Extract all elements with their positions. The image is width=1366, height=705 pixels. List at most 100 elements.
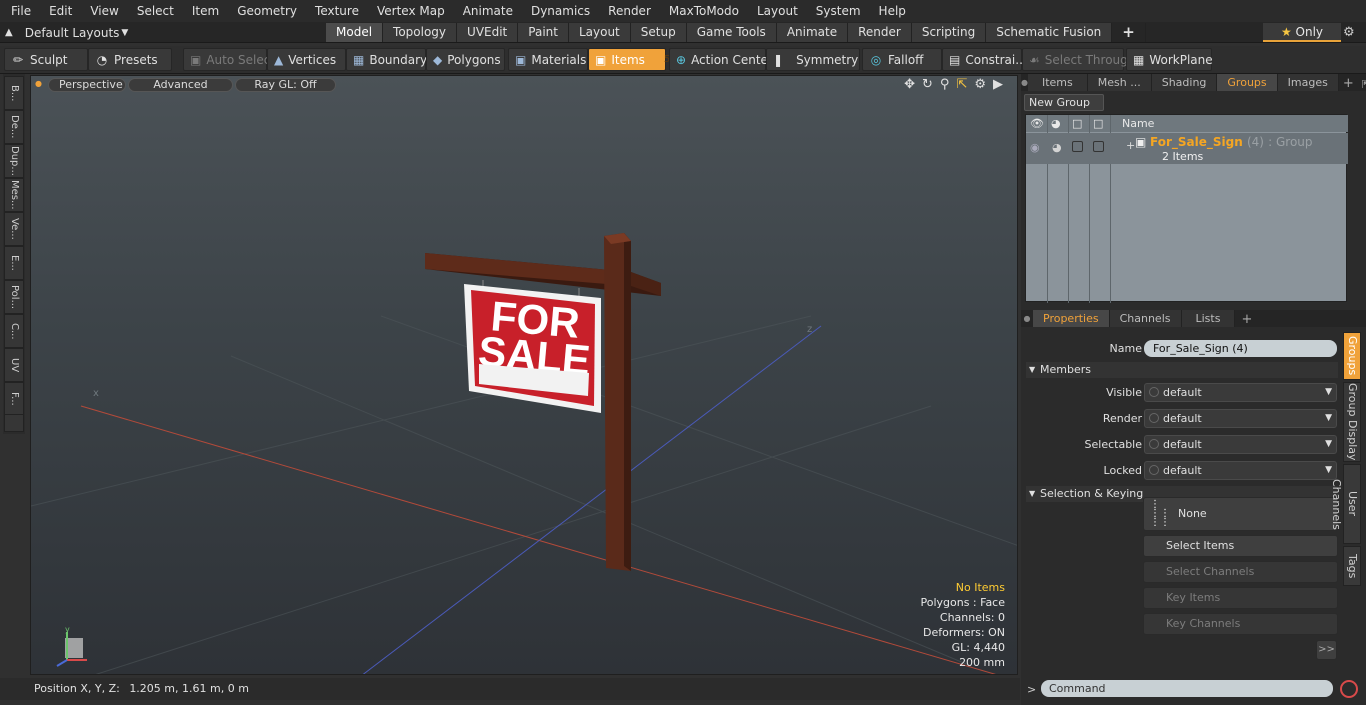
left-tab-deform[interactable]: De...: [4, 110, 24, 144]
menu-render[interactable]: Render: [597, 0, 658, 22]
tab-mesh[interactable]: Mesh ...: [1087, 74, 1152, 91]
raygl-button[interactable]: Ray GL: Off: [235, 78, 336, 92]
left-tab-edge[interactable]: E...: [4, 246, 24, 280]
menu-system[interactable]: System: [805, 0, 868, 22]
menu-item[interactable]: Item: [181, 0, 226, 22]
tab-game-tools[interactable]: Game Tools: [686, 23, 777, 42]
menu-texture[interactable]: Texture: [304, 0, 366, 22]
vertices-button[interactable]: ▲Vertices1: [267, 48, 351, 71]
add-props-tab-icon[interactable]: +: [1235, 312, 1258, 327]
zoom-icon[interactable]: ⚲: [940, 77, 950, 92]
maximize-icon[interactable]: ⇱: [956, 77, 967, 92]
locked-checkbox[interactable]: [1093, 141, 1104, 152]
menu-vertex-map[interactable]: Vertex Map: [366, 0, 452, 22]
move-icon[interactable]: ✥: [904, 77, 915, 92]
command-input[interactable]: Command: [1041, 680, 1333, 697]
select-through-button[interactable]: ☙ Select Through: [1022, 48, 1135, 71]
for-sale-sign-model[interactable]: FOR SALE: [425, 233, 661, 571]
render-icon[interactable]: ◕: [1051, 115, 1061, 132]
boundary-button[interactable]: ▦ Boundary: [346, 48, 427, 71]
action-center-button[interactable]: ⊕ Action Center: [669, 48, 773, 71]
eye-icon[interactable]: ◉: [1030, 141, 1040, 154]
falloff-button[interactable]: ◎ Falloff: [862, 48, 942, 71]
perspective-button[interactable]: Perspective: [48, 78, 126, 92]
menu-animate[interactable]: Animate: [452, 0, 520, 22]
menu-edit[interactable]: Edit: [38, 0, 79, 22]
presets-button[interactable]: ◔ Presets: [88, 48, 172, 71]
expand-arrow-icon[interactable]: ▶: [993, 77, 1003, 92]
select-items-button[interactable]: Select Items: [1143, 535, 1338, 557]
workplane-button[interactable]: ▦ WorkPlane: [1126, 48, 1213, 71]
tab-shading[interactable]: Shading: [1151, 74, 1218, 91]
record-icon[interactable]: [1340, 680, 1358, 698]
advanced-button[interactable]: Advanced: [128, 78, 233, 92]
tab-items[interactable]: Items: [1027, 74, 1088, 91]
menu-select[interactable]: Select: [126, 0, 181, 22]
tab-render[interactable]: Render: [848, 23, 912, 42]
menu-geometry[interactable]: Geometry: [226, 0, 304, 22]
menu-file[interactable]: File: [0, 0, 38, 22]
items-button[interactable]: ▣ Items 5: [588, 48, 670, 71]
left-tab-more[interactable]: [4, 414, 24, 432]
group-row[interactable]: ◉ ◕ + ▣ For_Sale_Sign (4) : Group 2 Item…: [1026, 133, 1348, 164]
symmetry-button[interactable]: ❚ Symmetry: [766, 48, 860, 71]
select-channels-button[interactable]: Select Channels: [1143, 561, 1338, 583]
menu-dynamics[interactable]: Dynamics: [520, 0, 597, 22]
gear-icon[interactable]: ⚙: [1343, 25, 1355, 40]
add-panel-tab-icon[interactable]: +: [1339, 76, 1358, 91]
key-items-button[interactable]: Key Items: [1143, 587, 1338, 609]
locked-dropdown[interactable]: default ▼: [1144, 461, 1337, 480]
left-tab-polygon[interactable]: Pol...: [4, 280, 24, 314]
side-tab-tags[interactable]: Tags: [1343, 546, 1361, 586]
left-tab-mesh[interactable]: Mes...: [4, 178, 24, 212]
only-button[interactable]: ★ Only: [1263, 23, 1341, 42]
props-menu-dot[interactable]: ●: [1021, 310, 1033, 327]
tab-scripting[interactable]: Scripting: [911, 23, 987, 42]
left-tab-basic[interactable]: B...: [4, 76, 24, 110]
tab-topology[interactable]: Topology: [383, 23, 458, 42]
tab-uvedit[interactable]: UVEdit: [457, 23, 519, 42]
add-tab-button[interactable]: +: [1112, 23, 1146, 42]
left-tab-duplicate[interactable]: Dup...: [4, 144, 24, 178]
constraints-button[interactable]: ▤ Constrai...: [942, 48, 1027, 71]
menu-view[interactable]: View: [79, 0, 125, 22]
3d-viewport[interactable]: x z FOR SALE y ● Perspective Advanced Ra…: [30, 75, 1018, 675]
sculpt-button[interactable]: ✏ Sculpt: [4, 48, 88, 71]
left-tab-vertex[interactable]: Ve...: [4, 212, 24, 246]
menu-help[interactable]: Help: [868, 0, 913, 22]
tab-properties[interactable]: Properties: [1033, 310, 1110, 327]
side-tab-groups[interactable]: Groups: [1343, 332, 1361, 380]
tab-lists[interactable]: Lists: [1181, 310, 1236, 327]
side-tab-group-display[interactable]: Group Display: [1343, 382, 1361, 462]
more-button[interactable]: >>: [1316, 640, 1337, 660]
render-toggle-icon[interactable]: ◕: [1052, 141, 1062, 154]
eye-icon[interactable]: 👁: [1030, 115, 1044, 132]
left-tab-uv[interactable]: UV: [4, 348, 24, 382]
tab-layout[interactable]: Layout: [568, 23, 631, 42]
tab-schematic-fusion[interactable]: Schematic Fusion: [986, 23, 1113, 42]
selectable-checkbox[interactable]: [1072, 141, 1083, 152]
new-group-button[interactable]: New Group: [1024, 94, 1104, 111]
auto-select-button[interactable]: ▣ Auto Select: [183, 48, 275, 71]
left-tab-curve[interactable]: C...: [4, 314, 24, 348]
render-dropdown[interactable]: default ▼: [1144, 409, 1337, 428]
selectable-dropdown[interactable]: default ▼: [1144, 435, 1337, 454]
members-section[interactable]: ▼ Members: [1026, 362, 1338, 378]
panel-menu-dot[interactable]: ●: [1021, 74, 1028, 91]
home-icon[interactable]: ▲: [5, 27, 13, 38]
polygons-button[interactable]: ◆ Polygons: [426, 48, 505, 71]
tab-channels[interactable]: Channels: [1109, 310, 1182, 327]
left-tab-fusion[interactable]: F...: [4, 382, 24, 416]
key-channels-button[interactable]: Key Channels: [1143, 613, 1338, 635]
tab-model[interactable]: Model: [326, 23, 384, 42]
tab-images[interactable]: Images: [1277, 74, 1339, 91]
visible-dropdown[interactable]: default ▼: [1144, 383, 1337, 402]
menu-maxtomodo[interactable]: MaxToModo: [658, 0, 746, 22]
gear-icon[interactable]: ⚙: [974, 77, 986, 92]
tab-groups[interactable]: Groups: [1217, 74, 1278, 91]
select-cube-icon[interactable]: □: [1072, 115, 1082, 132]
expand-plus-icon[interactable]: +: [1126, 139, 1135, 152]
tab-setup[interactable]: Setup: [630, 23, 687, 42]
name-field[interactable]: For_Sale_Sign (4): [1144, 340, 1337, 357]
side-tab-user-channels[interactable]: User Channels: [1330, 464, 1361, 544]
